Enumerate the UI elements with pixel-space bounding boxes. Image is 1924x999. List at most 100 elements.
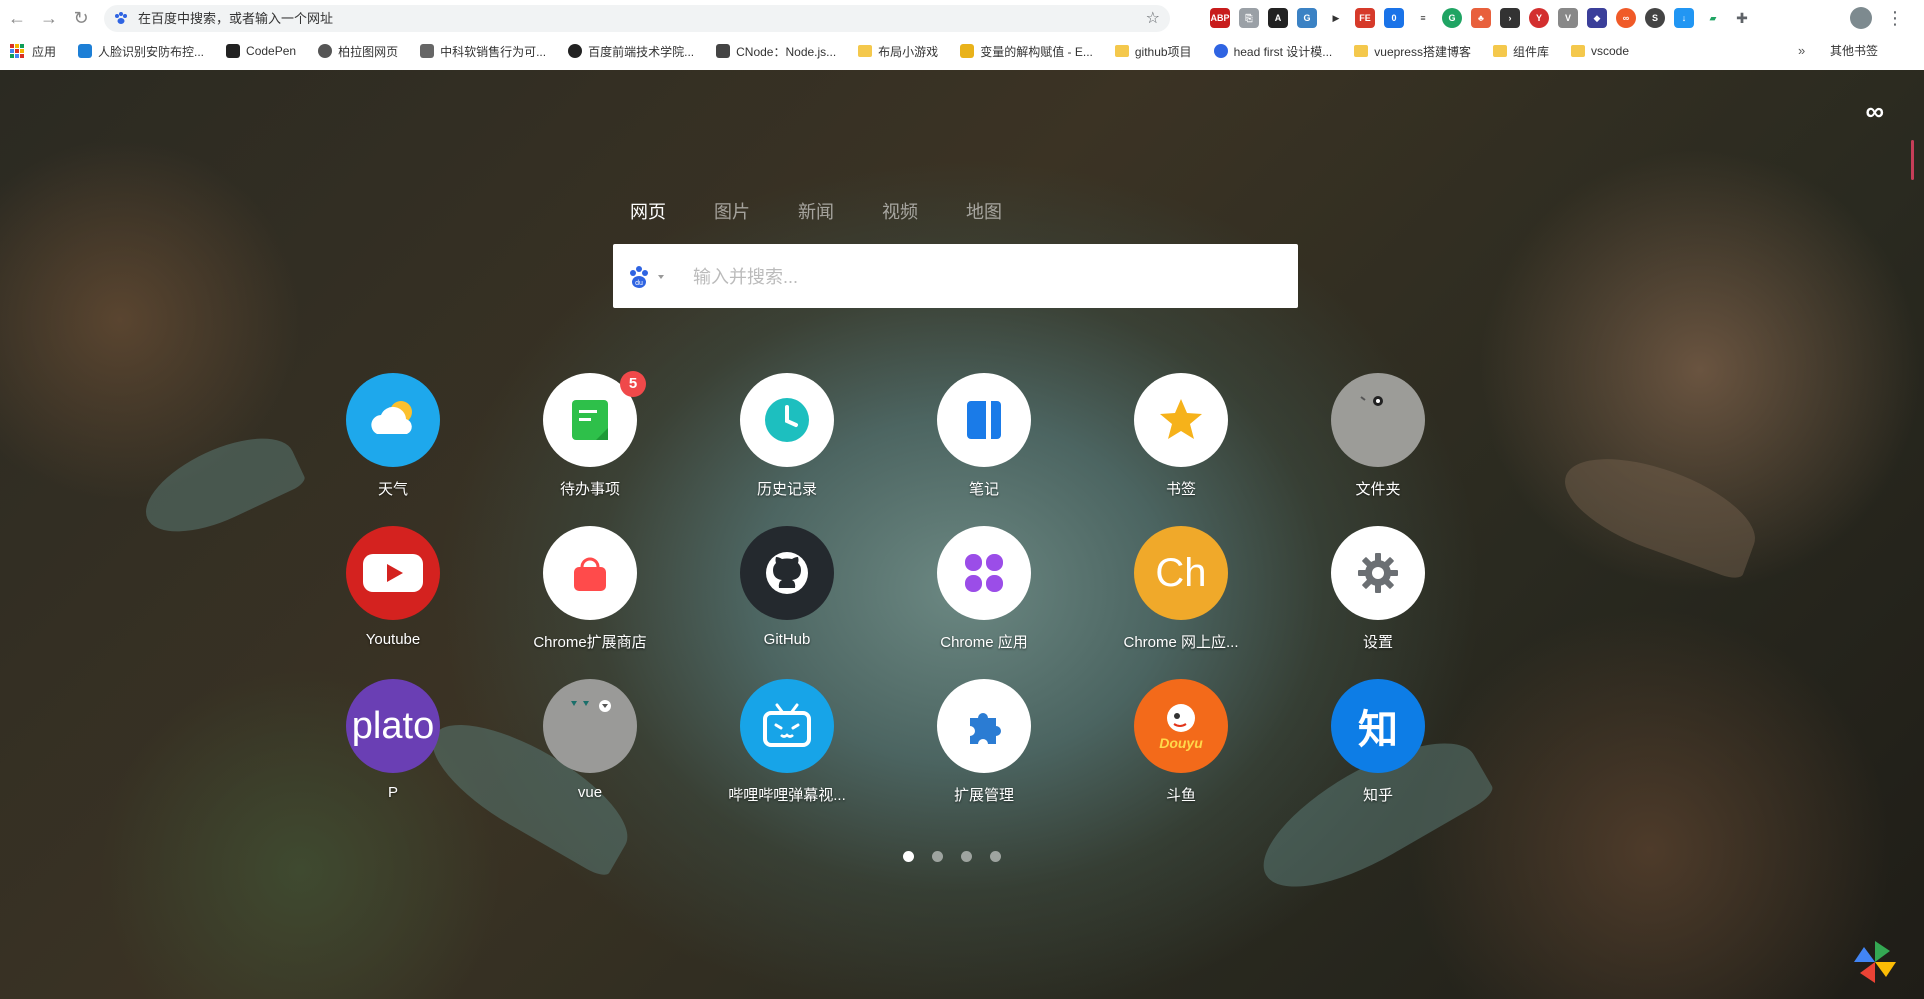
- extension-icon[interactable]: A: [1268, 8, 1288, 28]
- profile-avatar[interactable]: [1850, 7, 1872, 29]
- extension-icon[interactable]: ∞: [1616, 8, 1636, 28]
- page-dot[interactable]: [990, 851, 1001, 862]
- page-dot[interactable]: [961, 851, 972, 862]
- pinwheel-icon[interactable]: [1852, 939, 1898, 985]
- app-tile[interactable]: 哔哩哔哩弹幕视...: [717, 679, 857, 809]
- bookmark-item[interactable]: CNode：Node.js...: [716, 43, 836, 60]
- extension-icon[interactable]: 0: [1384, 8, 1404, 28]
- weather-icon: [346, 373, 440, 467]
- app-tile[interactable]: vue: [520, 679, 660, 809]
- bookmark-item[interactable]: 柏拉图网页: [318, 43, 398, 60]
- app-tile[interactable]: Chrome 应用: [914, 526, 1054, 656]
- app-tile[interactable]: 书签: [1111, 373, 1251, 503]
- bookmark-item[interactable]: 中科软销售行为可...: [420, 43, 546, 60]
- app-tile[interactable]: GitHub: [717, 526, 857, 656]
- search-tab[interactable]: 地图: [966, 198, 1002, 224]
- bookmark-item[interactable]: vuepress搭建博客: [1354, 43, 1471, 60]
- bookmark-item[interactable]: 人脸识别安防布控...: [78, 43, 204, 60]
- search-tab[interactable]: 图片: [714, 198, 750, 224]
- page-icon: [420, 44, 435, 58]
- search-tab[interactable]: 视频: [882, 198, 918, 224]
- app-tile[interactable]: Chrome扩展商店: [520, 526, 660, 656]
- app-label: 书签: [1165, 481, 1196, 498]
- settings-icon: [1331, 526, 1425, 620]
- adblock-icon[interactable]: ABP: [1210, 8, 1230, 28]
- extension-icon[interactable]: S: [1645, 8, 1665, 28]
- extensions-icon: [937, 679, 1031, 773]
- app-tile[interactable]: 历史记录: [717, 373, 857, 503]
- search-tab[interactable]: 网页: [630, 198, 666, 224]
- extension-icon[interactable]: ◆: [1587, 8, 1607, 28]
- app-label: 天气: [377, 481, 408, 498]
- grammarly-icon[interactable]: G: [1442, 8, 1462, 28]
- baidu-fe-icon: [568, 44, 583, 58]
- background-leaf: [132, 419, 308, 551]
- bookmark-label: 应用: [32, 44, 57, 59]
- app-tile[interactable]: Ch Chrome 网上应...: [1111, 526, 1251, 656]
- extension-icon[interactable]: ▰: [1703, 8, 1723, 28]
- extension-icon[interactable]: G: [1297, 8, 1317, 28]
- bookmark-item[interactable]: 组件库: [1492, 43, 1549, 60]
- app-tile[interactable]: plato P: [323, 679, 463, 809]
- bilibili-icon: [740, 679, 834, 773]
- page-dot[interactable]: [903, 851, 914, 862]
- app-tile[interactable]: 设置: [1308, 526, 1448, 656]
- forward-icon[interactable]: →: [38, 7, 60, 29]
- extension-icon[interactable]: ›: [1500, 8, 1520, 28]
- extension-icon[interactable]: ⎘: [1239, 8, 1259, 28]
- menu-icon[interactable]: ⋮: [1886, 7, 1904, 29]
- extension-icon[interactable]: Y: [1529, 8, 1549, 28]
- bookmark-label: head first 设计模...: [1233, 44, 1333, 59]
- app-label: Youtube: [365, 631, 421, 648]
- reload-icon[interactable]: ↻: [70, 7, 92, 29]
- youtube-icon: [346, 526, 440, 620]
- app-tile[interactable]: 文件夹: [1308, 373, 1448, 503]
- baidu-icon[interactable]: du: [627, 264, 667, 290]
- app-tile[interactable]: 天气: [323, 373, 463, 503]
- download-icon[interactable]: ↓: [1674, 8, 1694, 28]
- page-dot[interactable]: [932, 851, 943, 862]
- other-bookmarks[interactable]: 其他书签: [1830, 40, 1878, 62]
- bookmarks-bar: 应用 人脸识别安防布控... CodePen 柏拉图网页 中科软销售行为可... 百度前端…: [0, 40, 1924, 62]
- bookmark-item[interactable]: 布局小游戏: [858, 43, 938, 60]
- baidu-paw-icon: [115, 12, 127, 24]
- github-icon: [740, 526, 834, 620]
- extension-icon[interactable]: ♣: [1471, 8, 1491, 28]
- infinity-icon[interactable]: ∞: [1865, 96, 1884, 127]
- extensions-puzzle-icon[interactable]: ✚: [1732, 8, 1752, 28]
- vue-devtools-icon[interactable]: V: [1558, 8, 1578, 28]
- app-tile[interactable]: 知知乎: [1308, 679, 1448, 809]
- app-tile[interactable]: 5 待办事项: [520, 371, 660, 503]
- omnibox[interactable]: 在百度中搜索，或者输入一个网址 ☆: [104, 5, 1170, 32]
- bookmark-item[interactable]: 百度前端技术学院...: [568, 43, 694, 60]
- app-tile[interactable]: 笔记: [914, 373, 1054, 503]
- app-tile[interactable]: 扩展管理: [914, 679, 1054, 809]
- app-tile[interactable]: Youtube: [323, 526, 463, 656]
- bookmark-label: 组件库: [1512, 44, 1549, 59]
- bookmarks-overflow-button[interactable]: »: [1798, 40, 1805, 62]
- bookmark-item[interactable]: 变量的解构赋值 - E...: [960, 43, 1093, 60]
- bookmark-item[interactable]: vscode: [1570, 44, 1629, 58]
- bookmark-label: 柏拉图网页: [338, 44, 399, 59]
- app-label: P: [387, 784, 398, 801]
- bookmark-item[interactable]: github项目: [1114, 43, 1192, 60]
- search-tab[interactable]: 新闻: [798, 198, 834, 224]
- scroll-indicator: [1911, 140, 1914, 180]
- extension-icon[interactable]: ≡: [1413, 8, 1433, 28]
- extension-icon[interactable]: FE: [1355, 8, 1375, 28]
- search-input[interactable]: [691, 244, 1275, 310]
- bookmark-item[interactable]: head first 设计模...: [1213, 43, 1333, 60]
- bookmark-label: CNode：Node.js...: [736, 44, 837, 59]
- bookmark-star-icon[interactable]: ☆: [1146, 5, 1160, 32]
- app-icon-text: Ch: [1155, 550, 1207, 595]
- extension-icon[interactable]: ▶: [1326, 8, 1346, 28]
- app-tile[interactable]: Douyu 斗鱼: [1111, 679, 1251, 809]
- history-icon: [740, 373, 834, 467]
- app-label: 待办事项: [559, 481, 620, 498]
- douyu-icon: Douyu: [1134, 679, 1228, 773]
- app-icon-text: plato: [351, 704, 435, 747]
- bookmark-item[interactable]: 应用: [0, 43, 56, 60]
- bookmark-item[interactable]: CodePen: [226, 44, 296, 58]
- back-icon[interactable]: ←: [6, 7, 28, 29]
- plato-icon: plato: [346, 679, 440, 773]
